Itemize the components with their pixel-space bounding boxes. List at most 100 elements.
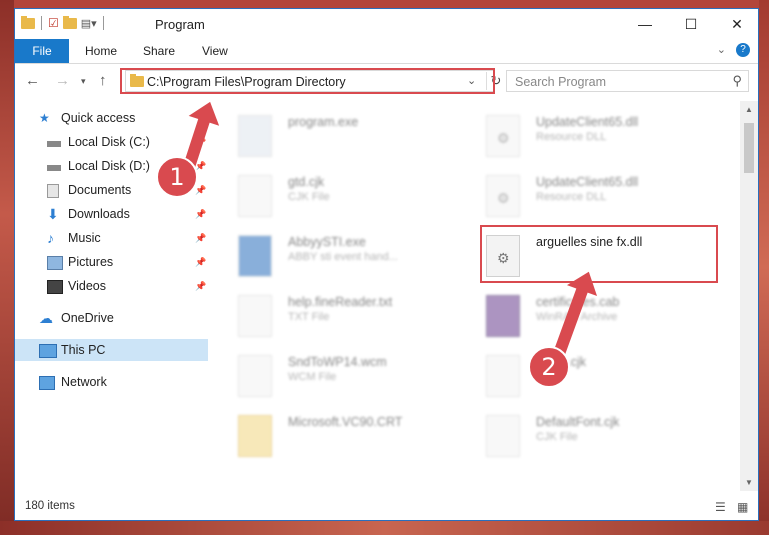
minimize-button[interactable]: — xyxy=(622,9,668,39)
sidebar-item-videos[interactable]: Videos 📌 xyxy=(15,275,208,297)
file-type: CJK File xyxy=(288,191,330,203)
file-name: program.exe xyxy=(288,115,359,129)
scroll-thumb[interactable] xyxy=(744,123,754,173)
file-type: CJK File xyxy=(536,431,578,443)
up-icon[interactable]: ↑ xyxy=(99,72,107,89)
search-icon[interactable]: ⚲ xyxy=(732,73,742,89)
title-bar: ☑ ▤▾ Program — ☐ ✕ xyxy=(15,9,758,39)
address-highlight-box xyxy=(120,68,495,94)
maximize-button[interactable]: ☐ xyxy=(668,9,714,39)
search-placeholder: Search Program xyxy=(515,75,607,89)
pin-icon[interactable]: 📌 xyxy=(195,251,206,273)
separator xyxy=(102,16,104,30)
download-icon: ⬇ xyxy=(47,206,59,222)
file-name: UpdateClient65.dll xyxy=(536,175,639,189)
file-item[interactable]: certificates.cab WinRAR Archive xyxy=(478,291,714,349)
file-type: ABBY sti event hand... xyxy=(288,251,398,263)
sidebar-item-network[interactable]: Network xyxy=(15,371,208,393)
back-icon[interactable]: ← xyxy=(25,72,40,89)
tab-file[interactable]: File xyxy=(15,39,69,63)
star-icon: ★ xyxy=(39,111,50,125)
file-highlight-box xyxy=(480,225,718,283)
file-item[interactable]: Microsoft.VC90.CRT xyxy=(230,411,466,469)
customize-icon[interactable]: ▤▾ xyxy=(81,17,97,30)
pin-icon[interactable]: 📌 xyxy=(195,227,206,249)
file-name: gtd.cjk xyxy=(288,175,325,189)
drive-icon xyxy=(47,141,61,147)
pin-icon[interactable]: 📌 xyxy=(195,275,206,297)
folder-icon xyxy=(21,15,35,29)
window-title: Program xyxy=(155,17,205,32)
videos-icon xyxy=(47,280,63,294)
ribbon-controls: ⌄ ? xyxy=(717,43,750,57)
scroll-up-icon[interactable]: ▲ xyxy=(745,105,753,114)
file-list: program.exe gtd.cjk CJK File AbbyySTI.ex… xyxy=(210,101,740,491)
file-name: SndToWP14.wcm xyxy=(288,355,387,369)
expand-ribbon-icon[interactable]: ⌄ xyxy=(717,43,726,57)
sidebar-item-label: Documents xyxy=(68,183,132,197)
file-name: help.fineReader.txt xyxy=(288,295,393,309)
file-item[interactable]: SndToWP14.wcm WCM File xyxy=(230,351,466,409)
file-item[interactable]: gtd.cjk CJK File xyxy=(230,171,466,229)
sidebar-item-label: Downloads xyxy=(68,207,130,221)
file-icon xyxy=(238,355,272,397)
file-icon xyxy=(486,355,520,397)
desktop-background-bottom xyxy=(0,521,769,535)
file-type: Resource DLL xyxy=(536,131,607,143)
sidebar-item-label: Network xyxy=(61,375,107,389)
sidebar-item-label: Videos xyxy=(68,279,106,293)
file-item[interactable]: DefaultFont.cjk CJK File xyxy=(478,411,714,469)
desktop-background-left xyxy=(0,0,14,535)
desktop-background-right xyxy=(759,0,769,535)
file-item[interactable]: UpdateClient65.dll Resource DLL xyxy=(478,111,714,169)
pin-icon[interactable]: 📌 xyxy=(195,203,206,225)
sidebar-item-label: Local Disk (C:) xyxy=(68,135,150,149)
file-item[interactable]: beam.cjk xyxy=(478,351,714,409)
file-item[interactable]: help.fineReader.txt TXT File xyxy=(230,291,466,349)
computer-icon xyxy=(39,344,57,358)
sidebar-item-local-disk-c[interactable]: Local Disk (C:) 📌 xyxy=(15,131,208,153)
tab-share[interactable]: Share xyxy=(143,39,175,63)
sidebar-item-this-pc[interactable]: This PC xyxy=(15,339,208,361)
sidebar-item-quick-access[interactable]: ★ Quick access xyxy=(15,107,208,129)
details-view-icon[interactable]: ☰ xyxy=(715,500,726,514)
vertical-scrollbar[interactable]: ▲ ▼ xyxy=(740,101,758,491)
sidebar-item-label: Music xyxy=(68,231,101,245)
sidebar-item-label: OneDrive xyxy=(61,311,114,325)
tab-view[interactable]: View xyxy=(202,39,228,63)
sidebar-item-music[interactable]: ♪ Music 📌 xyxy=(15,227,208,249)
file-type: WCM File xyxy=(288,371,337,383)
file-type: Resource DLL xyxy=(536,191,607,203)
close-button[interactable]: ✕ xyxy=(714,9,758,39)
file-item[interactable]: program.exe xyxy=(230,111,466,169)
help-icon[interactable]: ? xyxy=(736,43,750,57)
forward-icon[interactable]: → xyxy=(55,72,70,89)
sidebar-item-label: Pictures xyxy=(68,255,114,269)
large-icons-view-icon[interactable]: ▦ xyxy=(737,500,748,514)
scroll-down-icon[interactable]: ▼ xyxy=(745,478,753,487)
file-item[interactable]: AbbyySTI.exe ABBY sti event hand... xyxy=(230,231,466,289)
dll-icon xyxy=(486,115,520,157)
file-type: TXT File xyxy=(288,311,330,323)
sidebar-item-label: Local Disk (D:) xyxy=(68,159,150,173)
music-icon: ♪ xyxy=(47,230,54,246)
quick-access-toolbar: ☑ ▤▾ xyxy=(21,15,106,30)
item-count: 180 items xyxy=(25,500,75,512)
status-bar: 180 items ☰ ▦ xyxy=(15,494,758,520)
pictures-icon xyxy=(47,256,63,270)
recent-locations-icon[interactable]: ▾ xyxy=(81,76,86,87)
file-name: AbbyySTI.exe xyxy=(288,235,366,249)
search-input[interactable]: Search Program ⚲ xyxy=(506,70,749,92)
file-icon xyxy=(238,295,272,337)
exe-icon xyxy=(238,235,272,277)
exe-icon xyxy=(238,115,272,157)
tab-home[interactable]: Home xyxy=(85,39,117,63)
sidebar-item-pictures[interactable]: Pictures 📌 xyxy=(15,251,208,273)
dll-icon xyxy=(486,175,520,217)
file-item[interactable]: UpdateClient65.dll Resource DLL xyxy=(478,171,714,229)
new-folder-icon[interactable] xyxy=(62,15,77,29)
sidebar-item-onedrive[interactable]: ☁ OneDrive xyxy=(15,307,208,329)
properties-icon[interactable]: ☑ xyxy=(48,16,59,30)
sidebar-item-downloads[interactable]: ⬇ Downloads 📌 xyxy=(15,203,208,225)
drive-icon xyxy=(47,165,61,171)
